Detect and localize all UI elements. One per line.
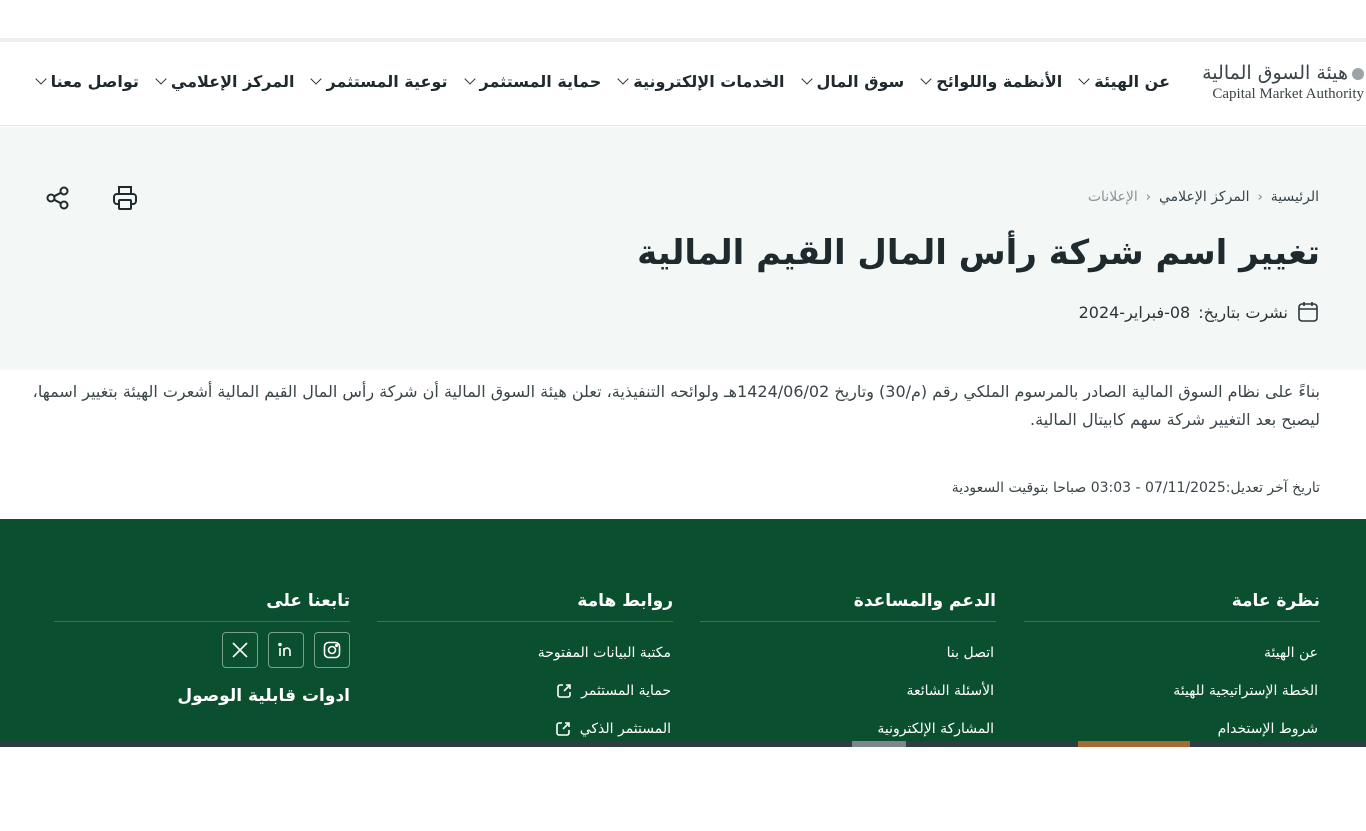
cma-logo[interactable]: هيئة السوق المالية Capital Market Author… xyxy=(1174,62,1364,108)
last-modified: تاريخ آخر تعديل:07/11/2025 - 03:03 صباحا… xyxy=(951,480,1320,496)
footer-support-title: الدعم والمساعدة xyxy=(700,591,996,622)
footer-follow-title: تابعنا على xyxy=(54,591,350,622)
x-icon[interactable] xyxy=(222,632,258,668)
share-icon xyxy=(46,186,69,210)
chevron-down-icon xyxy=(617,72,629,85)
social-links xyxy=(54,622,350,668)
breadcrumb-home[interactable]: الرئيسية xyxy=(1271,189,1319,205)
footer-link-faq[interactable]: الأسئلة الشائعة xyxy=(700,672,995,710)
menu-item-contact[interactable]: تواصل معنا xyxy=(34,72,139,91)
menu-item-investor-protection[interactable]: حماية المستثمر xyxy=(463,72,601,91)
emblem-icon xyxy=(1352,68,1364,80)
print-button[interactable] xyxy=(110,183,140,213)
chevron-down-icon xyxy=(34,72,47,85)
print-icon xyxy=(113,186,137,210)
linkedin-icon[interactable] xyxy=(268,632,304,668)
site-footer: نظرة عامة عن الهيئة الخطة الإستراتيجية ل… xyxy=(0,519,1366,741)
menu-item-eservices[interactable]: الخدمات الإلكترونية xyxy=(617,72,785,91)
chevron-left-icon: ‹ xyxy=(1257,189,1263,205)
footer-overview-title: نظرة عامة xyxy=(1024,591,1320,622)
footer-support: الدعم والمساعدة اتصل بنا الأسئلة الشائعة… xyxy=(700,591,996,748)
breadcrumb-current: الإعلانات xyxy=(1087,189,1138,205)
footer-link-contact[interactable]: اتصل بنا xyxy=(700,634,994,672)
footer-links-title: روابط هامة xyxy=(377,591,673,622)
breadcrumb: الرئيسية ‹ المركز الإعلامي ‹ الإعلانات xyxy=(1088,189,1319,205)
bottom-band xyxy=(0,741,1366,747)
article-body: بناءً على نظام السوق المالية الصادر بالم… xyxy=(32,382,1320,429)
logo-english: Capital Market Authority xyxy=(1212,86,1364,102)
menu-item-investor-awareness[interactable]: توعية المستثمر xyxy=(310,72,448,91)
calendar-icon xyxy=(1298,302,1318,322)
chevron-down-icon xyxy=(800,72,813,85)
menu-item-market[interactable]: سوق المال xyxy=(800,72,904,91)
published-date: نشرت بتاريخ: 08-فبراير-2024 xyxy=(1079,300,1320,324)
external-link-icon xyxy=(555,722,570,736)
footer-overview: نظرة عامة عن الهيئة الخطة الإستراتيجية ل… xyxy=(1024,591,1320,748)
instagram-icon[interactable] xyxy=(314,632,350,668)
chevron-down-icon xyxy=(1078,72,1090,85)
page-title: تغيير اسم شركة رأس المال القيم المالية xyxy=(637,233,1320,273)
chevron-down-icon xyxy=(920,72,932,85)
article-hero: الرئيسية ‹ المركز الإعلامي ‹ الإعلانات ت… xyxy=(0,127,1366,370)
breadcrumb-media-center[interactable]: المركز الإعلامي xyxy=(1159,189,1250,205)
site-header: هيئة السوق المالية Capital Market Author… xyxy=(0,42,1366,126)
footer-follow: تابعنا على ادوات قابلية الوصول xyxy=(54,591,350,706)
main-menu: عن الهيئة الأنظمة واللوائح سوق المال الخ… xyxy=(19,72,1170,91)
footer-link-investor-protection[interactable]: حماية المستثمر xyxy=(377,672,671,710)
chevron-down-icon xyxy=(310,72,323,85)
logo-arabic: هيئة السوق المالية xyxy=(1202,62,1348,84)
chevron-down-icon xyxy=(155,72,167,85)
chevron-down-icon xyxy=(463,72,476,85)
published-label: نشرت بتاريخ: xyxy=(1198,302,1288,322)
external-link-icon xyxy=(557,684,571,698)
footer-link-about[interactable]: عن الهيئة xyxy=(1024,634,1318,672)
accessibility-tools-title: ادوات قابلية الوصول xyxy=(177,686,350,706)
footer-link-open-data[interactable]: مكتبة البيانات المفتوحة xyxy=(377,634,671,672)
footer-link-strategy[interactable]: الخطة الإستراتيجية للهيئة xyxy=(1024,672,1318,710)
share-button[interactable] xyxy=(43,183,73,213)
menu-item-media-center[interactable]: المركز الإعلامي xyxy=(155,72,294,91)
menu-item-regulations[interactable]: الأنظمة واللوائح xyxy=(920,72,1062,91)
menu-item-about[interactable]: عن الهيئة xyxy=(1078,72,1170,91)
published-value: 08-فبراير-2024 xyxy=(1078,302,1191,322)
footer-important-links: روابط هامة مكتبة البيانات المفتوحة حماية… xyxy=(377,591,673,748)
chevron-left-icon: ‹ xyxy=(1145,189,1151,205)
